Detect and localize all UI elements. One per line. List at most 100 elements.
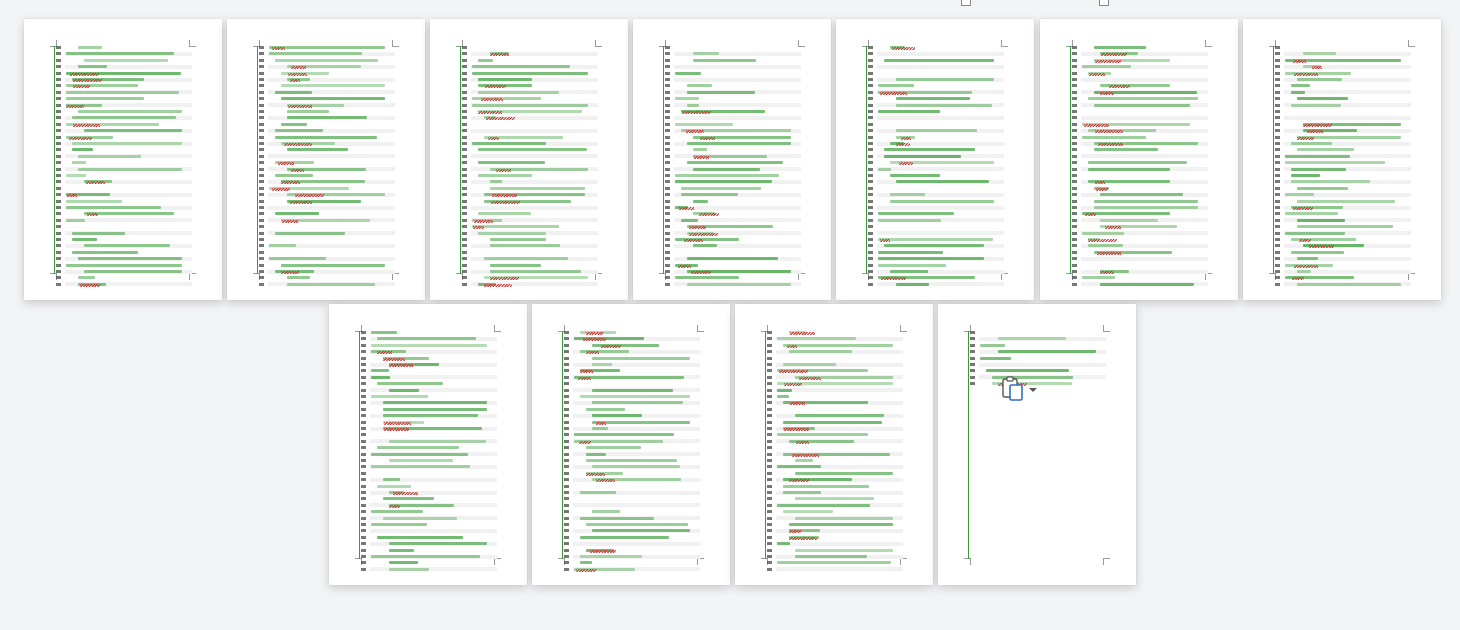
code-line	[361, 503, 497, 508]
code-line	[1072, 269, 1208, 274]
line-number	[767, 548, 772, 552]
code-text	[1291, 167, 1346, 171]
line-number	[564, 465, 569, 469]
code-line	[361, 516, 497, 521]
code-text	[383, 407, 487, 411]
margin-crop-mark	[1103, 558, 1110, 565]
line-number	[564, 497, 569, 501]
page-text-area[interactable]	[866, 46, 1004, 287]
line-number	[1275, 46, 1280, 49]
page-thumbnail-5[interactable]	[836, 19, 1034, 300]
line-number	[361, 484, 366, 488]
page-text-area[interactable]	[359, 331, 497, 572]
page-thumbnail-7[interactable]	[1243, 19, 1441, 300]
code-text	[389, 567, 429, 571]
code-text	[980, 343, 1005, 347]
page-thumbnail-1[interactable]	[24, 19, 222, 300]
code-line	[1275, 231, 1411, 236]
code-line	[868, 110, 1004, 114]
line-shading	[674, 77, 801, 82]
page-thumbnail-6[interactable]	[1040, 19, 1238, 300]
chevron-down-icon[interactable]	[1029, 388, 1037, 392]
handle-right-icon[interactable]	[1099, 0, 1109, 6]
line-number	[462, 282, 467, 286]
line-number	[259, 282, 264, 286]
page-text-area[interactable]	[765, 331, 903, 572]
code-line	[868, 122, 1004, 127]
change-bar	[663, 46, 664, 274]
spelling-error-underline	[789, 479, 809, 483]
page-thumbnail-8[interactable]	[329, 304, 527, 585]
page-thumbnail-4[interactable]	[633, 19, 831, 300]
line-number	[462, 90, 467, 94]
line-number	[564, 350, 569, 354]
code-text	[1291, 174, 1320, 177]
page-text-area[interactable]	[663, 46, 801, 287]
code-line	[564, 343, 700, 348]
code-line	[462, 90, 598, 95]
code-text	[371, 395, 428, 398]
line-number	[767, 542, 772, 546]
code-line	[361, 446, 497, 450]
page-thumbnail-2[interactable]	[227, 19, 425, 300]
code-line	[767, 535, 903, 540]
code-text	[783, 510, 833, 514]
code-line	[665, 205, 801, 210]
line-number	[259, 263, 264, 267]
page-text-area[interactable]	[1273, 46, 1411, 287]
line-number	[564, 567, 569, 571]
line-number	[1072, 282, 1077, 286]
code-line	[259, 84, 395, 88]
code-text	[478, 231, 546, 235]
spelling-error-underline	[796, 440, 809, 444]
page-thumbnail-9[interactable]	[532, 304, 730, 585]
code-line	[259, 110, 395, 114]
paste-options-button[interactable]	[1001, 375, 1043, 403]
code-text	[383, 401, 487, 405]
code-text	[592, 356, 690, 360]
code-line	[564, 446, 700, 450]
line-number	[1275, 174, 1280, 177]
line-number	[1072, 206, 1077, 209]
spelling-error-underline	[80, 283, 100, 287]
line-number	[1275, 97, 1280, 101]
page-text-area[interactable]	[1070, 46, 1208, 287]
page-thumbnail-11[interactable]	[938, 304, 1136, 585]
page-text-area[interactable]	[54, 46, 192, 287]
line-number	[56, 58, 61, 62]
line-number	[259, 244, 264, 248]
line-number	[462, 180, 467, 184]
page-text-area[interactable]	[968, 331, 1106, 559]
code-line	[868, 46, 1004, 50]
line-number	[1275, 218, 1280, 222]
code-line	[462, 174, 598, 178]
line-number	[665, 135, 670, 139]
line-number	[1275, 193, 1280, 197]
code-line	[56, 282, 192, 287]
line-number	[665, 218, 670, 222]
code-line	[462, 269, 598, 274]
code-line	[767, 343, 903, 348]
code-line	[462, 148, 598, 152]
code-line	[767, 484, 903, 489]
code-line	[56, 77, 192, 82]
line-number	[462, 97, 467, 101]
page-text-area[interactable]	[257, 46, 395, 287]
page-text-area[interactable]	[562, 331, 700, 572]
page-thumbnail-3[interactable]	[430, 19, 628, 300]
page-thumbnail-10[interactable]	[735, 304, 933, 585]
line-number	[868, 116, 873, 120]
line-number	[1275, 212, 1280, 216]
code-line	[1072, 205, 1208, 210]
page-text-area[interactable]	[460, 46, 598, 287]
handle-left-icon[interactable]	[961, 0, 971, 6]
code-text	[890, 270, 928, 273]
line-number	[462, 186, 467, 190]
line-shading	[471, 205, 598, 210]
line-number	[462, 78, 467, 81]
floating-toolbar-stub[interactable]	[961, 0, 1109, 6]
code-line	[665, 141, 801, 146]
code-line	[361, 343, 497, 348]
code-text	[66, 90, 179, 94]
code-line	[1072, 84, 1208, 89]
